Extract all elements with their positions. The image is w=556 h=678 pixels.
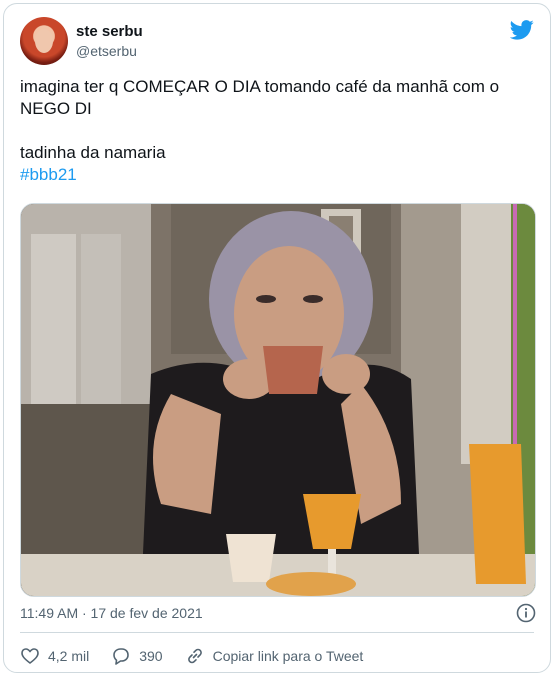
like-button[interactable]: 4,2 mil <box>20 646 89 666</box>
tweet-text: imagina ter q COMEÇAR O DIA tomando café… <box>20 76 536 186</box>
tweet-photo[interactable] <box>20 203 536 597</box>
tweet-card: ste serbu @etserbu imagina ter q COMEÇAR… <box>3 3 551 673</box>
copy-link-label: Copiar link para o Tweet <box>212 648 364 664</box>
tweet-timestamp[interactable]: 11:49 AM · 17 de fev de 2021 <box>20 605 203 621</box>
info-icon[interactable] <box>516 603 536 623</box>
heart-icon <box>21 648 39 664</box>
author-handle[interactable]: @etserbu <box>76 43 137 59</box>
hashtag-link[interactable]: #bbb21 <box>20 165 77 184</box>
photo-illustration <box>21 204 535 596</box>
twitter-bird-icon[interactable] <box>510 20 534 40</box>
reply-button[interactable]: 390 <box>111 646 163 666</box>
speech-bubble-icon <box>113 648 130 665</box>
avatar[interactable] <box>20 17 68 65</box>
avatar-face <box>35 29 53 53</box>
action-bar: 4,2 mil 390 Copiar link para o Tweet <box>20 645 385 667</box>
divider <box>20 632 534 633</box>
reply-count: 390 <box>139 648 163 664</box>
like-count: 4,2 mil <box>48 648 90 664</box>
copy-link-button[interactable]: Copiar link para o Tweet <box>185 646 364 666</box>
link-icon <box>187 648 202 664</box>
tweet-line-1: imagina ter q COMEÇAR O DIA tomando café… <box>20 77 500 118</box>
author-name[interactable]: ste serbu <box>76 23 143 40</box>
tweet-line-2: tadinha da namaria <box>20 143 166 162</box>
